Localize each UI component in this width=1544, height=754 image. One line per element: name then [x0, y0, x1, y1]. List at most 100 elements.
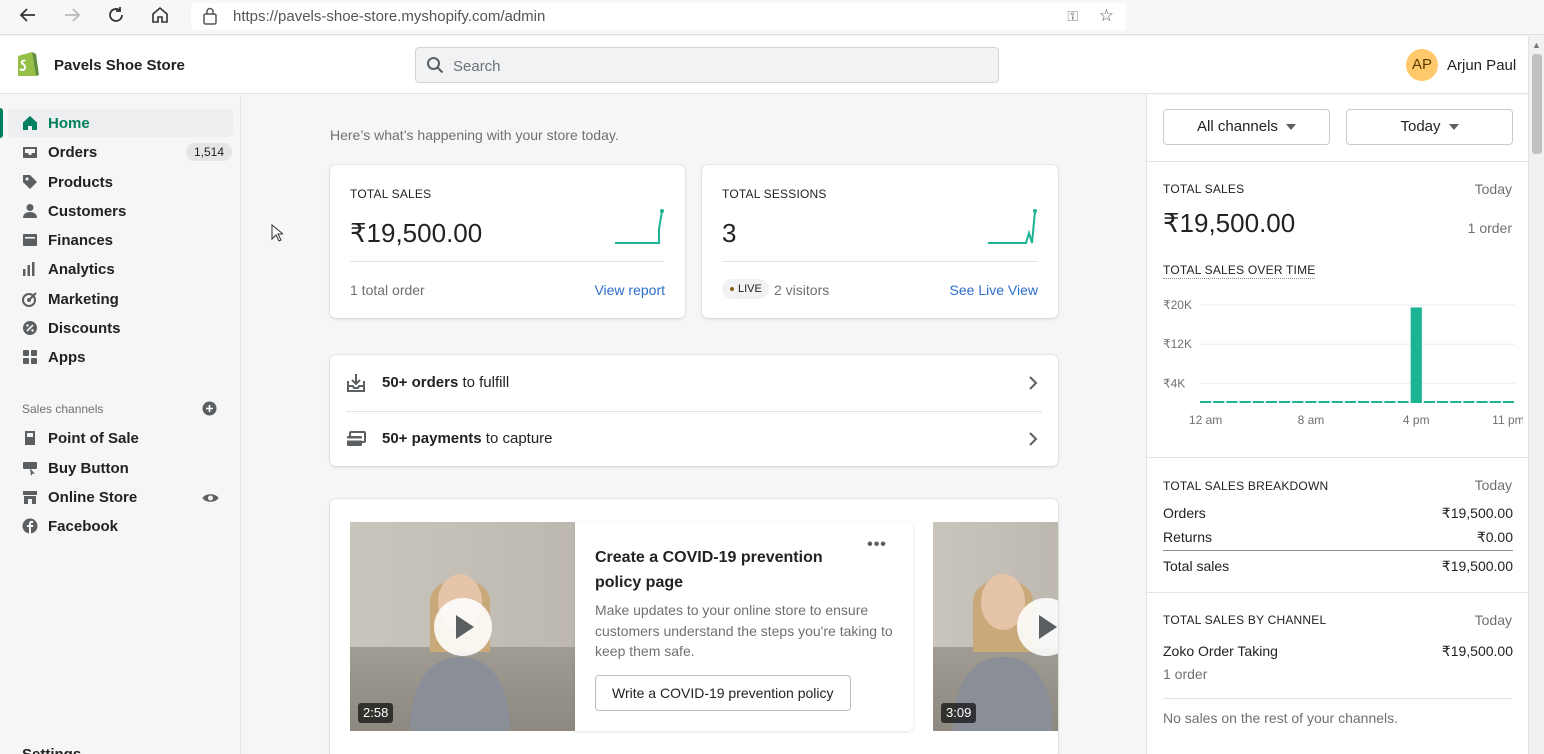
sidebar-item-label: Products — [48, 174, 114, 191]
sidebar-item-discounts[interactable]: Discounts — [8, 314, 233, 342]
sales-over-time-chart: ₹20K ₹12K ₹4K 12 am 8 am 4 pm 11 pm — [1163, 298, 1523, 427]
scroll-up-icon[interactable]: ▲ — [1532, 40, 1541, 50]
next-video-thumbnail[interactable]: 3:09 — [933, 522, 1058, 731]
chart-bar[interactable] — [1397, 401, 1409, 403]
chart-bar[interactable] — [1502, 401, 1514, 403]
chart-bar[interactable] — [1476, 401, 1488, 403]
task-count: 50+ payments — [382, 430, 482, 447]
sidebar-item-finances[interactable]: Finances — [8, 226, 233, 254]
chevron-right-icon — [1029, 376, 1038, 390]
visitors-text: 2 visitors — [774, 282, 830, 298]
sidebar-item-settings[interactable]: Settings — [22, 746, 81, 754]
orders-icon — [23, 147, 37, 158]
chart-bar[interactable] — [1344, 401, 1356, 403]
chart-bar[interactable] — [1489, 401, 1501, 403]
sidebar-item-products[interactable]: Products — [8, 168, 233, 196]
rp-total-sales-value: ₹19,500.00 — [1163, 208, 1296, 238]
page-scrollbar[interactable]: ▲ — [1528, 36, 1544, 754]
chart-y-tick-label: ₹20K — [1163, 298, 1192, 312]
sales-over-time-label[interactable]: TOTAL SALES OVER TIME — [1163, 263, 1316, 279]
chart-bar[interactable] — [1437, 401, 1449, 403]
channel-divider — [1163, 698, 1513, 699]
chart-bar[interactable] — [1279, 401, 1291, 403]
sidebar-item-home[interactable]: Home — [8, 109, 233, 137]
person-icon — [23, 204, 37, 218]
chart-bar[interactable] — [1213, 401, 1225, 403]
chart-bar[interactable] — [1463, 401, 1475, 403]
store-name[interactable]: Pavels Shoe Store — [54, 57, 185, 74]
chart-bar[interactable] — [1358, 401, 1370, 403]
breakdown-value: ₹19,500.00 — [1441, 505, 1513, 521]
sidebar-item-buy-button[interactable]: Buy Button — [8, 454, 233, 482]
sidebar-item-label: Discounts — [48, 320, 121, 337]
chart-bar[interactable] — [1384, 401, 1396, 403]
chart-x-tick-label: 8 am — [1298, 413, 1325, 427]
task-count: 50+ orders — [382, 374, 459, 391]
favorite-icon[interactable]: ☆ — [1099, 6, 1114, 26]
avatar[interactable]: AP — [1406, 49, 1438, 81]
channel-select-value: All channels — [1197, 118, 1278, 135]
see-live-view-link[interactable]: See Live View — [950, 282, 1038, 298]
sidebar-item-analytics[interactable]: Analytics — [8, 255, 233, 283]
channel-select[interactable]: All channels — [1163, 109, 1330, 145]
chart-bar[interactable] — [1318, 401, 1330, 403]
more-options-icon[interactable]: ••• — [865, 536, 889, 553]
home-browser-icon[interactable] — [148, 6, 172, 28]
breakdown-row-returns: Returns ₹0.00 — [1163, 529, 1513, 549]
sidebar-item-label: Apps — [48, 349, 86, 366]
scrollbar-thumb[interactable] — [1532, 54, 1542, 154]
view-report-link[interactable]: View report — [594, 282, 665, 298]
sidebar-item-facebook[interactable]: Facebook — [8, 512, 233, 540]
sidebar-item-marketing[interactable]: Marketing — [8, 285, 233, 313]
chart-bar[interactable] — [1423, 401, 1435, 403]
total-sessions-card: TOTAL SESSIONS 3 LIVE 2 visitors See Liv… — [702, 165, 1058, 318]
chart-bar[interactable] — [1292, 401, 1304, 403]
chart-y-tick-label: ₹4K — [1163, 376, 1185, 390]
sidebar-item-label: Online Store — [48, 489, 138, 506]
sidebar-item-label: Facebook — [48, 518, 119, 535]
chart-bar[interactable] — [1450, 401, 1462, 403]
write-policy-button[interactable]: Write a COVID-19 prevention policy — [595, 675, 851, 711]
video-thumbnail[interactable]: 2:58 — [350, 522, 575, 731]
sidebar-item-online-store[interactable]: Online Store — [8, 483, 233, 511]
chart-bar[interactable] — [1410, 307, 1422, 403]
date-select[interactable]: Today — [1346, 109, 1513, 145]
video-duration: 3:09 — [941, 703, 977, 723]
video-title: Create a COVID-19 prevention policy page — [595, 549, 823, 591]
breakdown-total-divider — [1163, 550, 1513, 551]
task-text: 50+ orders to fulfill — [382, 374, 509, 391]
chart-bar[interactable] — [1371, 401, 1383, 403]
orders-to-fulfill-row[interactable]: 50+ orders to fulfill — [330, 355, 1058, 411]
play-button[interactable] — [434, 598, 492, 656]
video-info-panel: Create a COVID-19 prevention policy page… — [575, 522, 913, 731]
task-description: to fulfill — [458, 374, 510, 391]
sidebar-item-customers[interactable]: Customers — [8, 197, 233, 225]
orders-count-badge: 1,514 — [186, 143, 233, 161]
chart-bar[interactable] — [1252, 401, 1264, 403]
address-bar[interactable]: https://pavels-shoe-store.myshopify.com/… — [191, 3, 1126, 30]
add-circle-icon[interactable] — [202, 401, 217, 416]
refresh-icon[interactable] — [104, 6, 128, 28]
search-input[interactable]: Search — [415, 47, 999, 83]
chart-bar[interactable] — [1200, 401, 1212, 403]
key-icon[interactable]: ⚿ — [1067, 8, 1078, 25]
chart-bar[interactable] — [1331, 401, 1343, 403]
date-select-value: Today — [1400, 118, 1441, 135]
user-name[interactable]: Arjun Paul — [1447, 57, 1516, 74]
chart-bar[interactable] — [1265, 401, 1277, 403]
sidebar-item-orders[interactable]: Orders 1,514 — [8, 138, 233, 166]
chart-bar[interactable] — [1305, 401, 1317, 403]
back-icon[interactable] — [16, 6, 40, 28]
apps-icon — [23, 350, 37, 364]
sidebar-item-point-of-sale[interactable]: Point of Sale — [8, 424, 233, 452]
payments-to-capture-row[interactable]: 50+ payments to capture — [330, 411, 1058, 467]
sidebar-item-apps[interactable]: Apps — [8, 343, 233, 371]
chart-bar[interactable] — [1239, 401, 1251, 403]
forward-icon[interactable] — [60, 6, 84, 28]
chart-bar[interactable] — [1226, 401, 1238, 403]
search-placeholder: Search — [453, 58, 501, 75]
fulfill-icon — [347, 374, 365, 392]
channel-value: ₹19,500.00 — [1441, 643, 1513, 659]
eye-icon[interactable] — [202, 492, 219, 504]
total-orders-text: 1 total order — [350, 282, 425, 298]
